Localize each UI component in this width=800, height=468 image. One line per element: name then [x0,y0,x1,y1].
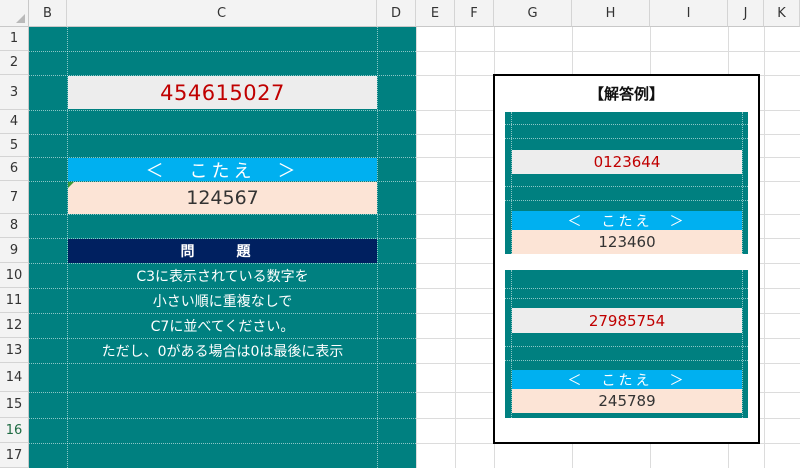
problem-title-cell[interactable]: 問 題 [68,239,377,263]
column-header-h[interactable]: H [572,0,650,27]
row-header-14[interactable]: 14 [0,363,29,392]
example-title: 【解答例】 [588,84,664,103]
example-2-question[interactable]: 27985754 [512,308,742,333]
row-header-1[interactable]: 1 [0,27,29,51]
problem-line-4[interactable]: ただし、0がある場合は0は最後に表示 [68,339,377,363]
row-header-2[interactable]: 2 [0,51,29,75]
row-header-6[interactable]: 6 [0,157,29,181]
answer-header-cell[interactable]: ＜ こたえ ＞ [68,158,377,182]
select-all-corner[interactable] [0,0,29,27]
row-header-11[interactable]: 11 [0,288,29,313]
row-header-15[interactable]: 15 [0,392,29,418]
row-header-12[interactable]: 12 [0,313,29,338]
column-header-e[interactable]: E [416,0,455,27]
column-header-k[interactable]: K [764,0,800,27]
answer-input-cell[interactable]: 124567 [68,182,377,214]
row-header-13[interactable]: 13 [0,338,29,363]
row-header-17[interactable]: 17 [0,443,29,468]
example-2-answer-header[interactable]: ＜ こたえ ＞ [512,370,742,389]
column-header-b[interactable]: B [29,0,67,27]
column-header-f[interactable]: F [455,0,494,27]
question-number-cell[interactable]: 454615027 [68,76,377,109]
row-header-9[interactable]: 9 [0,238,29,263]
column-header-j[interactable]: J [728,0,764,27]
problem-line-2[interactable]: 小さい順に重複なしで [68,289,377,313]
row-header-3[interactable]: 3 [0,75,29,110]
column-header-d[interactable]: D [377,0,416,27]
row-header-7[interactable]: 7 [0,181,29,214]
column-header-c[interactable]: C [67,0,377,27]
column-header-g[interactable]: G [494,0,572,27]
row-header-10[interactable]: 10 [0,263,29,288]
example-1-question[interactable]: 0123644 [512,150,742,174]
example-2-answer[interactable]: 245789 [512,389,742,413]
error-indicator-icon [68,182,74,188]
row-header-5[interactable]: 5 [0,134,29,157]
column-header-i[interactable]: I [650,0,728,27]
row-header-16[interactable]: 16 [0,418,29,443]
example-1-answer-header[interactable]: ＜ こたえ ＞ [512,211,742,230]
row-header-8[interactable]: 8 [0,214,29,238]
problem-line-3[interactable]: C7に並べてください。 [68,314,377,338]
problem-line-1[interactable]: C3に表示されている数字を [68,264,377,288]
row-header-4[interactable]: 4 [0,110,29,134]
example-1-answer[interactable]: 123460 [512,230,742,254]
